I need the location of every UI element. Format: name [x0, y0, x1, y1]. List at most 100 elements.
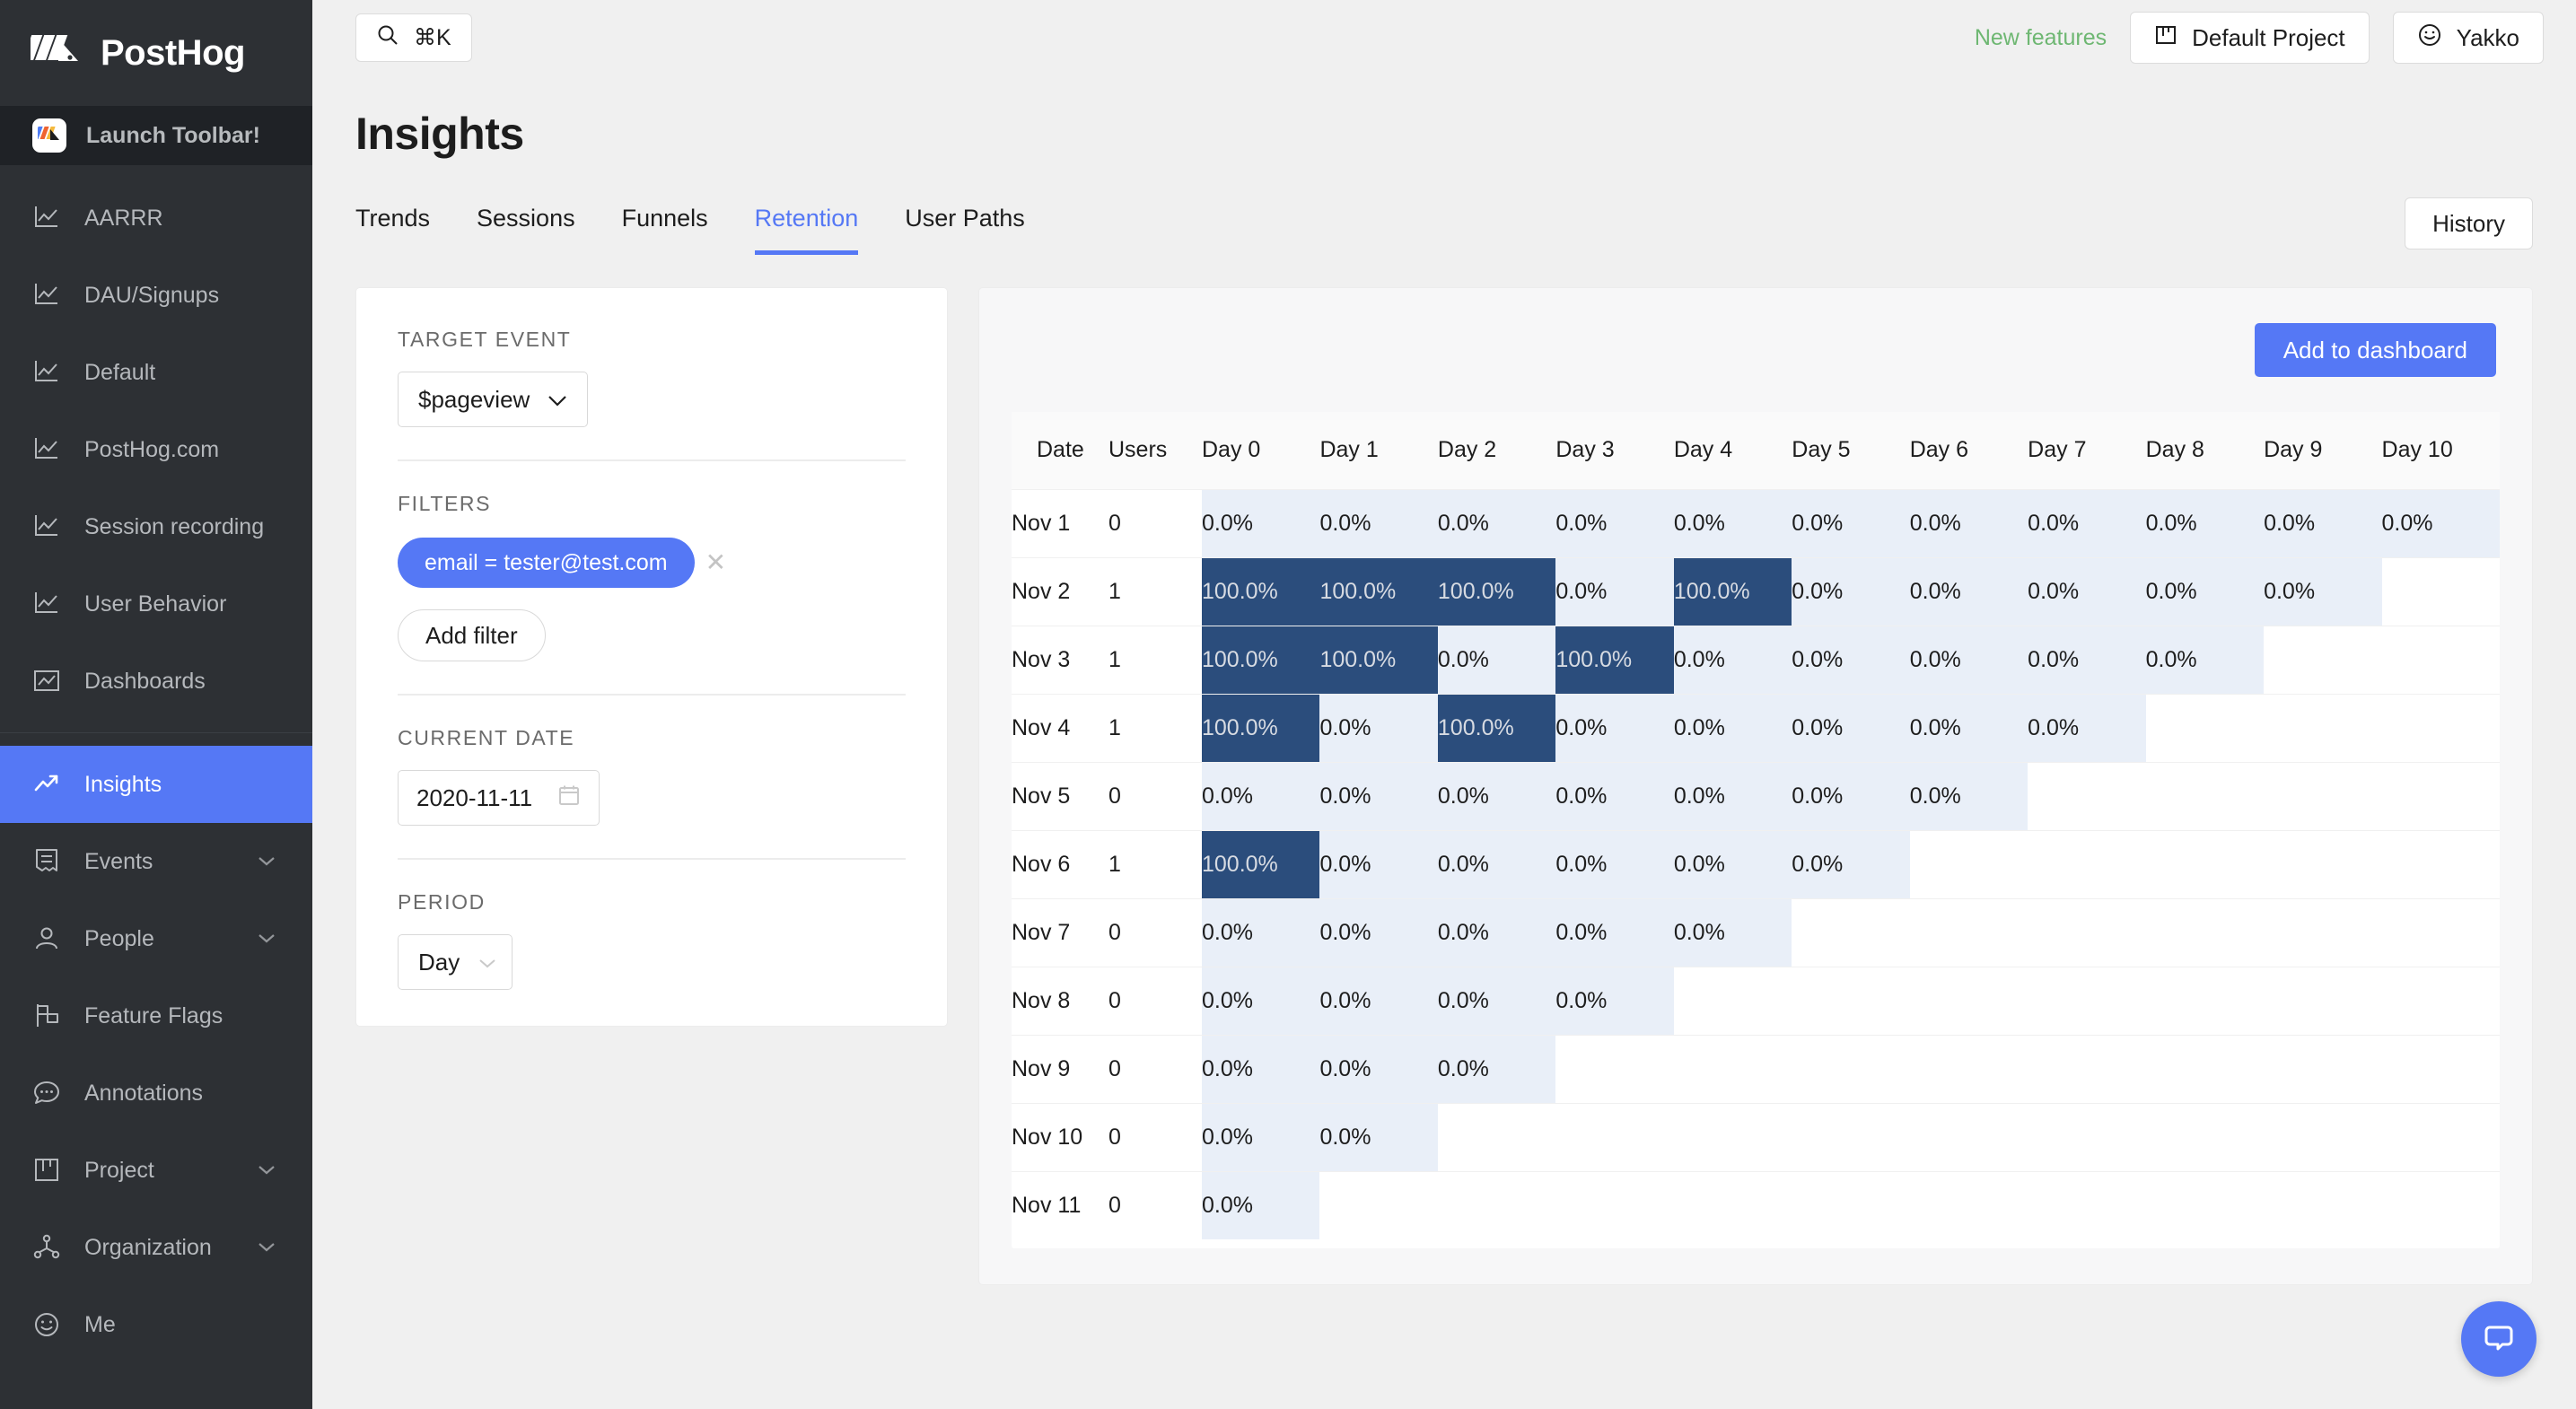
- sidebar-item-aarrr[interactable]: AARRR: [0, 179, 312, 257]
- cell-retention-empty: [2145, 693, 2265, 762]
- sidebar-item-label: DAU/Signups: [84, 282, 220, 308]
- launch-toolbar-label: Launch Toolbar!: [86, 122, 260, 148]
- trending-up-icon: [32, 770, 61, 799]
- cell-retention-empty: [1909, 829, 2028, 898]
- cell-retention-empty: [2264, 761, 2382, 830]
- launch-toolbar-button[interactable]: Launch Toolbar!: [0, 106, 312, 165]
- tab-sessions[interactable]: Sessions: [477, 205, 575, 255]
- person-icon: [32, 924, 61, 953]
- current-date-input[interactable]: 2020-11-11: [398, 770, 600, 826]
- panes: TARGET EVENT $pageview FILTERS email = t…: [355, 287, 2533, 1409]
- results-toolbar: Add to dashboard: [979, 288, 2532, 412]
- sidebar-item-annotations[interactable]: Annotations: [0, 1055, 312, 1132]
- column-header-day-0: Day 0: [1202, 412, 1320, 489]
- sidebar-item-label: People: [84, 925, 154, 951]
- sidebar-item-label: AARRR: [84, 205, 163, 231]
- chevron-down-icon[interactable]: [257, 855, 276, 868]
- cell-retention: 0.0%: [1437, 1034, 1556, 1103]
- sidebar-item-label: Organization: [84, 1234, 212, 1260]
- search-button[interactable]: ⌘K: [355, 13, 472, 62]
- cell-retention-empty: [2028, 897, 2146, 967]
- cell-retention-empty: [2381, 556, 2500, 626]
- chat-bubble-icon: [2481, 1319, 2517, 1360]
- close-icon[interactable]: ✕: [705, 550, 726, 575]
- cell-retention-empty: [1437, 1102, 1556, 1171]
- filters-card: TARGET EVENT $pageview FILTERS email = t…: [355, 287, 948, 1027]
- sidebar-item-dashboards[interactable]: Dashboards: [0, 643, 312, 720]
- project-board-icon: [32, 1156, 61, 1185]
- cell-retention-empty: [2264, 1034, 2382, 1103]
- sidebar-item-insights[interactable]: Insights: [0, 746, 312, 823]
- target-event-select[interactable]: $pageview: [398, 372, 589, 427]
- sidebar-item-events[interactable]: Events: [0, 823, 312, 900]
- cell-retention-empty: [2381, 693, 2500, 762]
- sidebar-item-dau-signups[interactable]: DAU/Signups: [0, 257, 312, 334]
- cell-retention: 0.0%: [1909, 693, 2028, 762]
- tab-retention[interactable]: Retention: [754, 205, 859, 255]
- tab-user-paths[interactable]: User Paths: [905, 205, 1025, 255]
- sidebar-item-default[interactable]: Default: [0, 334, 312, 411]
- tab-trends[interactable]: Trends: [355, 205, 430, 255]
- cell-retention: 0.0%: [2264, 556, 2382, 626]
- chevron-down-icon[interactable]: [257, 1241, 276, 1254]
- history-button[interactable]: History: [2405, 197, 2533, 249]
- page-content: Insights Trends Sessions Funnels Retention U…: [312, 75, 2576, 1409]
- sidebar-item-session-recording[interactable]: Session recording: [0, 488, 312, 565]
- tabs-row: Trends Sessions Funnels Retention User Paths…: [355, 197, 2533, 255]
- cell-retention-empty: [1909, 966, 2028, 1035]
- retention-header-row: Date Users Day 0 Day 1 Day 2 Day 3 Day 4 Day 5D…: [1012, 412, 2500, 489]
- help-chat-button[interactable]: [2461, 1301, 2537, 1377]
- cell-users: 0: [1108, 897, 1202, 967]
- current-date-label: CURRENT DATE: [398, 726, 575, 749]
- cell-retention: 0.0%: [1555, 761, 1674, 830]
- chevron-down-icon[interactable]: [257, 932, 276, 945]
- sidebar-item-label: Default: [84, 359, 156, 385]
- new-features-link[interactable]: New features: [1975, 25, 2107, 51]
- cell-retention-empty: [2264, 625, 2382, 694]
- insight-tabs: Trends Sessions Funnels Retention User Paths: [355, 205, 1025, 255]
- sidebar-item-posthog-com[interactable]: PostHog.com: [0, 411, 312, 488]
- cell-retention: 0.0%: [1792, 693, 1910, 762]
- add-to-dashboard-button[interactable]: Add to dashboard: [2254, 323, 2496, 377]
- period-select[interactable]: Day: [398, 934, 513, 990]
- cell-retention-empty: [1555, 1102, 1674, 1171]
- sidebar-item-label: Feature Flags: [84, 1002, 223, 1028]
- sidebar-item-feature-flags[interactable]: Feature Flags: [0, 977, 312, 1055]
- cell-retention: 100.0%: [1202, 556, 1320, 626]
- cell-retention: 0.0%: [2028, 488, 2146, 557]
- sidebar-item-me[interactable]: Me: [0, 1286, 312, 1363]
- cell-retention: 100.0%: [1319, 625, 1438, 694]
- filter-tag[interactable]: email = tester@test.com: [398, 538, 695, 588]
- cell-retention-empty: [2264, 897, 2382, 967]
- sidebar-item-organization[interactable]: Organization: [0, 1209, 312, 1286]
- project-switcher-button[interactable]: Default Project: [2130, 12, 2370, 64]
- cell-retention-empty: [1673, 1034, 1792, 1103]
- retention-table-head: Date Users Day 0 Day 1 Day 2 Day 3 Day 4 Day 5D…: [1012, 412, 2500, 489]
- sidebar-item-people[interactable]: People: [0, 900, 312, 977]
- cell-retention: 0.0%: [2145, 556, 2265, 626]
- column-header-day-5: Day 5: [1792, 412, 1910, 489]
- column-header-day-1: Day 1: [1319, 412, 1438, 489]
- cell-retention-empty: [2381, 625, 2500, 694]
- add-filter-button[interactable]: Add filter: [398, 609, 546, 661]
- cell-retention: 0.0%: [1673, 625, 1792, 694]
- cell-retention-empty: [2145, 966, 2265, 1035]
- tab-funnels[interactable]: Funnels: [622, 205, 708, 255]
- project-board-icon: [2154, 23, 2177, 53]
- chevron-down-icon[interactable]: [257, 1164, 276, 1177]
- cell-date: Nov 1: [1012, 488, 1108, 557]
- cell-retention-empty: [2028, 966, 2146, 1035]
- brand[interactable]: PostHog: [0, 0, 312, 106]
- user-menu-button[interactable]: Yakko: [2392, 12, 2544, 64]
- cell-retention-empty: [2264, 966, 2382, 1035]
- search-shortcut-label: ⌘K: [414, 25, 451, 50]
- table-row: Nov 4 1 100.0% 0.0% 100.0% 0.0% 0.0% 0.0% 0.0% 0.…: [1012, 693, 2500, 762]
- cell-retention: 0.0%: [1319, 1102, 1438, 1171]
- cell-retention: 0.0%: [2145, 488, 2265, 557]
- cell-users: 0: [1108, 1034, 1202, 1103]
- user-name-label: Yakko: [2456, 23, 2519, 51]
- smiley-face-icon: [32, 1310, 61, 1339]
- dashboard-icon: [32, 667, 61, 696]
- sidebar-item-project[interactable]: Project: [0, 1132, 312, 1209]
- sidebar-item-user-behavior[interactable]: User Behavior: [0, 565, 312, 643]
